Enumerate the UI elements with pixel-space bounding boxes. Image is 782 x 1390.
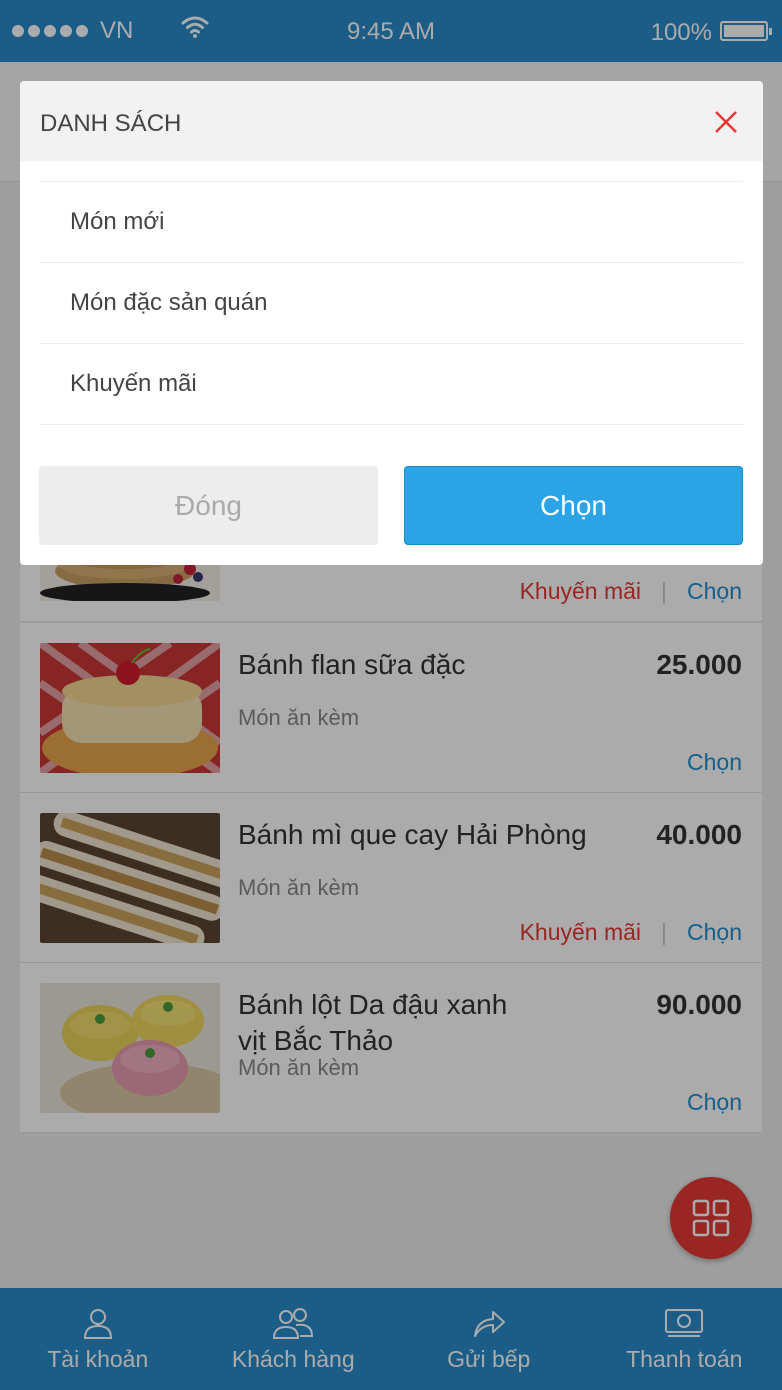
category-dialog: DANH SÁCH Món mới Món đặc sản quán Khuyế… — [20, 81, 763, 565]
option-mon-dac-san[interactable]: Món đặc sản quán — [40, 263, 743, 344]
option-mon-moi[interactable]: Món mới — [40, 182, 743, 263]
choose-button[interactable]: Chọn — [404, 466, 743, 545]
close-button[interactable]: Đóng — [39, 466, 378, 545]
option-khuyen-mai[interactable]: Khuyến mãi — [40, 344, 743, 425]
close-icon[interactable] — [711, 107, 741, 137]
category-options: Món mới Món đặc sản quán Khuyến mãi — [40, 181, 743, 425]
dialog-title: DANH SÁCH — [40, 110, 182, 137]
dialog-header: DANH SÁCH — [20, 81, 763, 161]
